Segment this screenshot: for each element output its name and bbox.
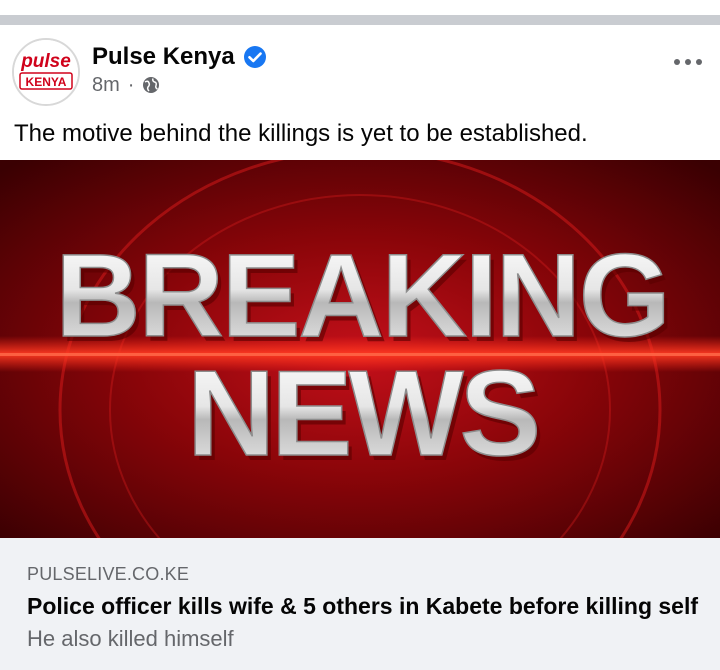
breaking-text: BREAKING — [55, 230, 668, 362]
globe-icon[interactable] — [142, 76, 160, 94]
post-timestamp[interactable]: 8m — [92, 74, 120, 97]
meta-separator: · — [127, 73, 135, 96]
feed-separator — [0, 0, 720, 25]
more-dot — [674, 59, 680, 65]
post-header: pulse KENYA Pulse Kenya 8m · — [12, 38, 708, 108]
breaking-news-graphic: BREAKING BREAKING NEWS NEWS — [0, 160, 720, 538]
link-preview-card[interactable]: PULSELIVE.CO.KE Police officer kills wif… — [0, 538, 720, 670]
link-description: He also killed himself — [27, 626, 234, 651]
news-text: NEWS — [187, 345, 537, 481]
link-preview-image[interactable]: BREAKING BREAKING NEWS NEWS — [0, 160, 720, 538]
feed-post: pulse KENYA Pulse Kenya 8m · The motive … — [0, 25, 720, 670]
link-domain: PULSELIVE.CO.KE — [27, 564, 190, 584]
more-dot — [685, 59, 691, 65]
page-name[interactable]: Pulse Kenya — [92, 42, 235, 72]
page-avatar[interactable]: pulse KENYA — [12, 38, 80, 106]
verified-badge-icon — [243, 46, 266, 68]
post-meta: 8m · — [92, 72, 160, 98]
logo-word: pulse — [20, 51, 71, 72]
pulse-kenya-logo: pulse KENYA — [14, 40, 78, 104]
post-caption: The motive behind the killings is yet to… — [14, 120, 588, 147]
link-title[interactable]: Police officer kills wife & 5 others in … — [27, 591, 717, 621]
page-name-row: Pulse Kenya — [92, 42, 267, 72]
more-dot — [696, 59, 702, 65]
logo-country: KENYA — [26, 75, 67, 89]
more-options-icon[interactable] — [668, 52, 708, 72]
